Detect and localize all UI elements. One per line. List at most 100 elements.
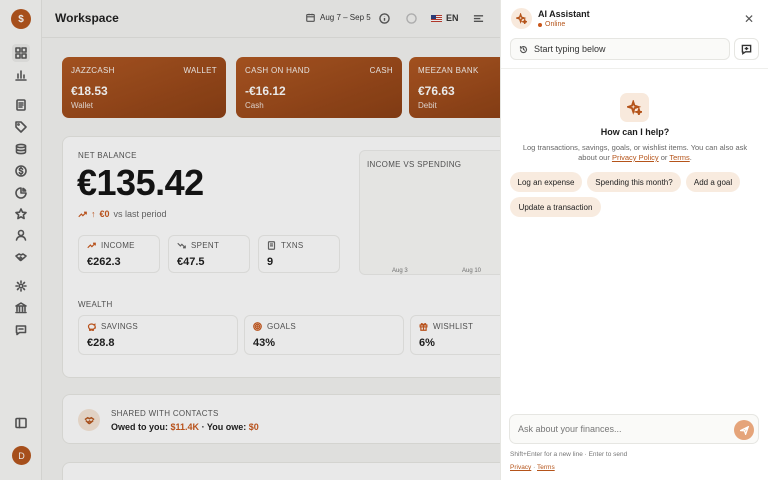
change-text: vs last period [113,209,167,219]
chat-input[interactable] [518,422,728,436]
wealth-item-label: WISHLIST [433,322,474,331]
change-value: €0 [99,209,110,219]
account-name: MEEZAN BANK [418,66,479,75]
menu-icon[interactable] [472,12,485,25]
stat-card-income: INCOME €262.3 [78,235,160,273]
document-icon[interactable] [12,96,30,114]
stat-label: TXNS [281,241,304,250]
account-amount: €76.63 [418,84,455,98]
account-type: CASH [369,66,393,75]
wealth-item-goals[interactable]: GOALS 43% [244,315,404,355]
suggestion-chip[interactable]: Spending this month? [587,172,681,192]
close-icon: ✕ [743,12,755,26]
overview-panel: NET BALANCE €135.42 ↑ €0 vs last period … [62,136,500,378]
wealth-item-label: GOALS [267,322,297,331]
chat-icon[interactable] [12,321,30,339]
sparkles-icon [620,93,649,122]
database-icon[interactable] [12,140,30,158]
page-title: Workspace [55,11,119,25]
net-balance-amount: €135.42 [77,162,204,203]
suggestion-chip[interactable]: Update a transaction [510,197,601,217]
ai-assistant-panel: AI Assistant Online ✕ Start typing below… [500,0,768,480]
account-card[interactable]: JAZZCASH WALLET €18.53 Wallet [62,57,226,118]
user-icon[interactable] [12,226,30,244]
history-icon [519,45,528,53]
shared-contacts-panel[interactable]: SHARED WITH CONTACTS Owed to you: $11.4K… [62,394,500,444]
shared-sep: · [201,422,205,432]
bank-icon[interactable] [12,299,30,317]
account-card[interactable]: CASH ON HAND CASH -€16.12 Cash [236,57,402,118]
app-logo[interactable]: $ [11,9,31,29]
status-dot-icon [538,22,542,27]
footer-privacy-link[interactable]: Privacy [510,464,531,471]
close-button[interactable]: ✕ [742,12,756,26]
thread-label: Start typing below [534,44,606,54]
stat-label: SPENT [191,241,220,250]
wealth-item-value: 43% [253,337,276,349]
trend-down-icon [177,242,186,249]
suggestion-chip[interactable]: Add a goal [686,172,740,192]
wealth-item-savings[interactable]: SAVINGS €28.8 [78,315,238,355]
terms-link[interactable]: Terms [669,153,689,162]
theme-toggle-icon[interactable] [405,12,418,25]
stat-card-spent: SPENT €47.5 [168,235,250,273]
stat-value: €262.3 [87,256,121,268]
owe-prefix: You owe: [206,422,247,432]
dollar-icon[interactable] [12,162,30,180]
dashboard-icon[interactable] [12,44,30,62]
shared-summary: Owed to you: $11.4K · You owe: $0 [111,422,259,432]
account-subtype: Wallet [71,101,93,110]
receipt-icon [267,241,276,250]
wealth-item-value: €28.8 [87,337,115,349]
panel-icon[interactable] [12,414,30,432]
divider [501,68,768,69]
account-card[interactable]: MEEZAN BANK €76.63 Debit [409,57,500,118]
account-type: WALLET [183,66,217,75]
message-plus-icon [741,44,752,55]
info-icon[interactable] [378,12,391,25]
bar-chart-icon[interactable] [12,66,30,84]
wealth-item-label: SAVINGS [101,322,139,331]
account-amount: -€16.12 [245,84,286,98]
account-subtype: Debit [418,101,437,110]
account-amount: €18.53 [71,84,108,98]
owed-value: $11.4K [170,422,200,432]
handshake-icon[interactable] [12,248,30,266]
date-range-picker[interactable]: Aug 7 – Sep 5 [306,13,371,22]
ai-status: Online [538,21,565,28]
thread-selector[interactable]: Start typing below [510,38,730,60]
footer-links: Privacy · Terms [510,464,555,471]
stat-value: €47.5 [177,256,205,268]
sidebar: $ D [0,0,42,480]
balance-change: ↑ €0 vs last period [78,209,167,219]
stat-label: INCOME [101,241,135,250]
send-icon [739,425,749,435]
input-hint: Shift+Enter for a new line · Enter to se… [510,451,628,458]
piggy-bank-icon [87,323,96,331]
arrow-up-icon: ↑ [91,209,96,219]
settings-icon[interactable] [12,277,30,295]
sparkles-icon [511,8,532,29]
privacy-policy-link[interactable]: Privacy Policy [612,153,659,162]
send-button[interactable] [734,420,754,440]
footer-terms-link[interactable]: Terms [537,464,555,471]
income-spending-chart: INCOME VS SPENDING Aug 3 Aug 10 [359,150,500,275]
ai-title: AI Assistant [538,9,590,19]
main-content: JAZZCASH WALLET €18.53 Wallet CASH ON HA… [42,38,500,480]
wealth-item-wishlist[interactable]: WISHLIST 6% [410,315,500,355]
chat-input-box [509,414,759,444]
help-or: or [660,153,668,162]
owed-prefix: Owed to you: [111,422,168,432]
avatar[interactable]: D [12,446,31,465]
target-icon [253,322,262,331]
pie-chart-icon[interactable] [12,184,30,202]
owe-value: $0 [248,422,259,432]
suggestion-chip[interactable]: Log an expense [510,172,582,192]
help-period: . [689,153,692,162]
stat-card-txns: TXNS 9 [258,235,340,273]
tag-icon[interactable] [12,118,30,136]
new-chat-button[interactable] [734,38,759,60]
flag-icon [431,14,442,22]
star-icon[interactable] [12,205,30,223]
language-selector[interactable]: EN [431,13,459,23]
